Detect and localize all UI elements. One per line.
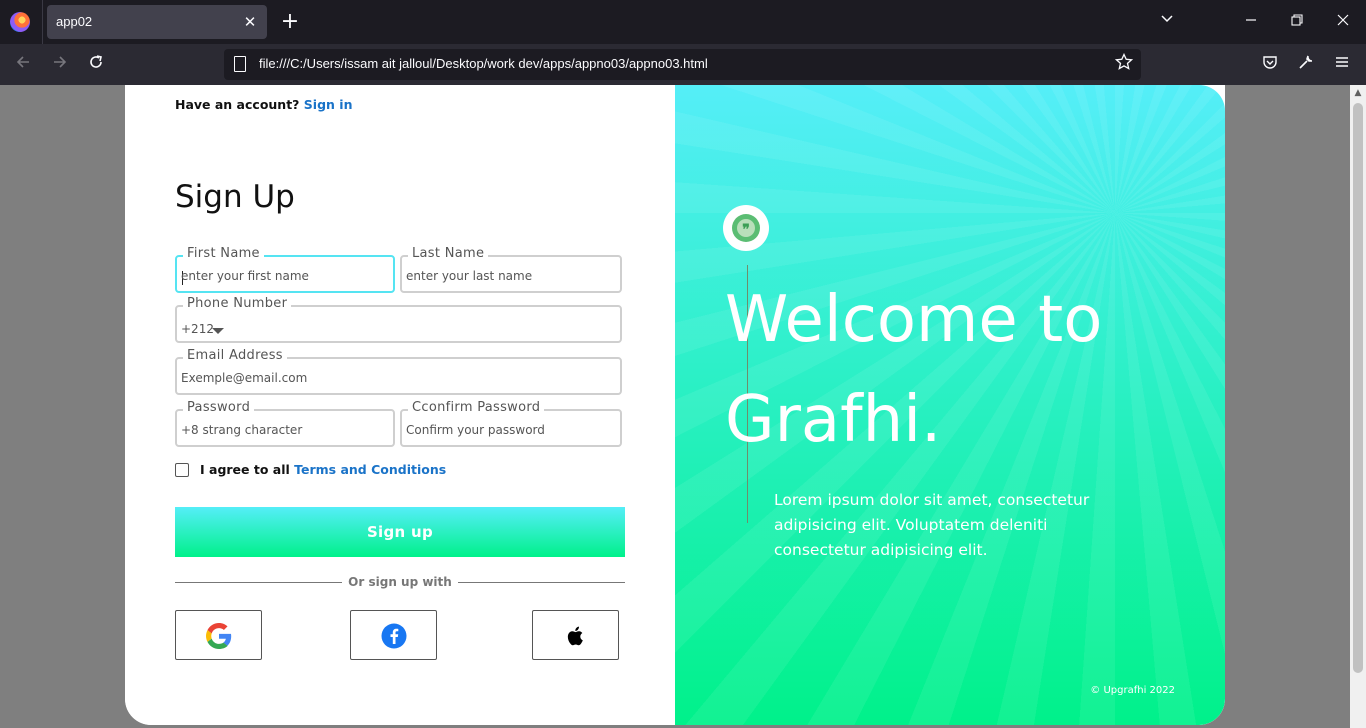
first-name-input[interactable] [181,269,387,283]
terms-text: I agree to all Terms and Conditions [200,462,446,477]
password-input[interactable] [181,423,387,437]
browser-tab[interactable]: app02 ✕ [47,5,267,39]
facebook-icon [381,623,407,649]
email-field: Email Address [175,348,622,395]
google-icon [206,623,232,649]
bookmark-star-icon[interactable] [1114,52,1134,76]
quote-mark-icon: ❞ [737,219,755,238]
quote-bubble-icon: ❞ [723,205,769,251]
wrench-icon[interactable] [1293,52,1319,78]
phone-number-field: Phone Number +212 [175,296,622,343]
firefox-logo-icon[interactable] [10,12,30,32]
agree-prefix: I agree to all [200,462,290,477]
url-text[interactable]: file:///C:/Users/issam ait jalloul/Deskt… [259,56,708,71]
have-account-line: Have an account? Sign in [175,97,352,112]
signup-form-panel: Have an account? Sign in Sign Up First N… [125,85,675,725]
address-bar[interactable]: file:///C:/Users/issam ait jalloul/Deskt… [224,49,1141,80]
apple-icon [567,626,583,646]
confirm-password-field: Cconfirm Password [400,400,622,447]
new-tab-button[interactable]: + [278,10,302,34]
hamburger-menu-icon[interactable] [1329,52,1355,78]
last-name-label: Last Name [408,246,489,261]
page-title: Sign Up [175,179,295,215]
terms-checkbox[interactable] [175,463,189,477]
last-name-input[interactable] [406,269,614,283]
apple-signup-button[interactable] [532,610,619,660]
pocket-icon[interactable] [1257,52,1283,78]
welcome-panel: ❞ Welcome to Grafhi. Lorem ipsum dolor s… [675,85,1225,725]
browser-nav-bar: file:///C:/Users/issam ait jalloul/Deskt… [0,44,1366,85]
or-sign-up-text: Or sign up with [342,575,458,589]
have-account-text: Have an account? [175,97,300,112]
tab-close-icon[interactable]: ✕ [239,11,261,33]
facebook-signup-button[interactable] [350,610,437,660]
password-label: Password [183,400,255,415]
quote-bubble-inner: ❞ [732,214,760,242]
back-arrow-icon[interactable] [10,52,36,78]
page-icon [234,56,246,72]
last-name-field: Last Name [400,246,622,293]
scroll-up-arrow-icon[interactable]: ▲ [1350,85,1366,101]
signup-card: Have an account? Sign in Sign Up First N… [125,85,1225,725]
vertical-scrollbar[interactable]: ▲ [1350,85,1366,728]
reload-icon[interactable] [83,52,109,78]
or-sign-up-with: Or sign up with [175,575,625,589]
country-code-select[interactable]: +212 [181,322,214,336]
dropdown-arrow-icon[interactable] [212,328,224,334]
forward-arrow-icon[interactable] [47,52,73,78]
password-field: Password [175,400,395,447]
email-label: Email Address [183,348,287,363]
restore-icon[interactable] [1282,10,1312,34]
list-tabs-chevron-icon[interactable] [1152,10,1182,34]
confirm-password-input[interactable] [406,423,614,437]
browser-tab-bar: app02 ✕ + [0,0,1366,44]
email-input[interactable] [181,371,614,385]
copyright-text: © Upgrafhi 2022 [1090,685,1175,696]
scroll-thumb[interactable] [1353,103,1363,673]
phone-number-label: Phone Number [183,296,292,311]
close-window-icon[interactable] [1328,10,1358,34]
welcome-heading: Welcome to Grafhi. [725,283,1103,457]
first-name-label: First Name [183,246,264,261]
sign-up-button[interactable]: Sign up [175,507,625,557]
sign-in-link[interactable]: Sign in [304,97,353,112]
confirm-password-label: Cconfirm Password [408,400,545,415]
tab-separator [42,0,43,44]
minimize-icon[interactable] [1236,10,1266,34]
first-name-field: First Name [175,246,395,293]
welcome-description: Lorem ipsum dolor sit amet, consectetur … [774,491,1090,559]
terms-link[interactable]: Terms and Conditions [294,462,446,477]
tab-title: app02 [56,14,93,29]
google-signup-button[interactable] [175,610,262,660]
